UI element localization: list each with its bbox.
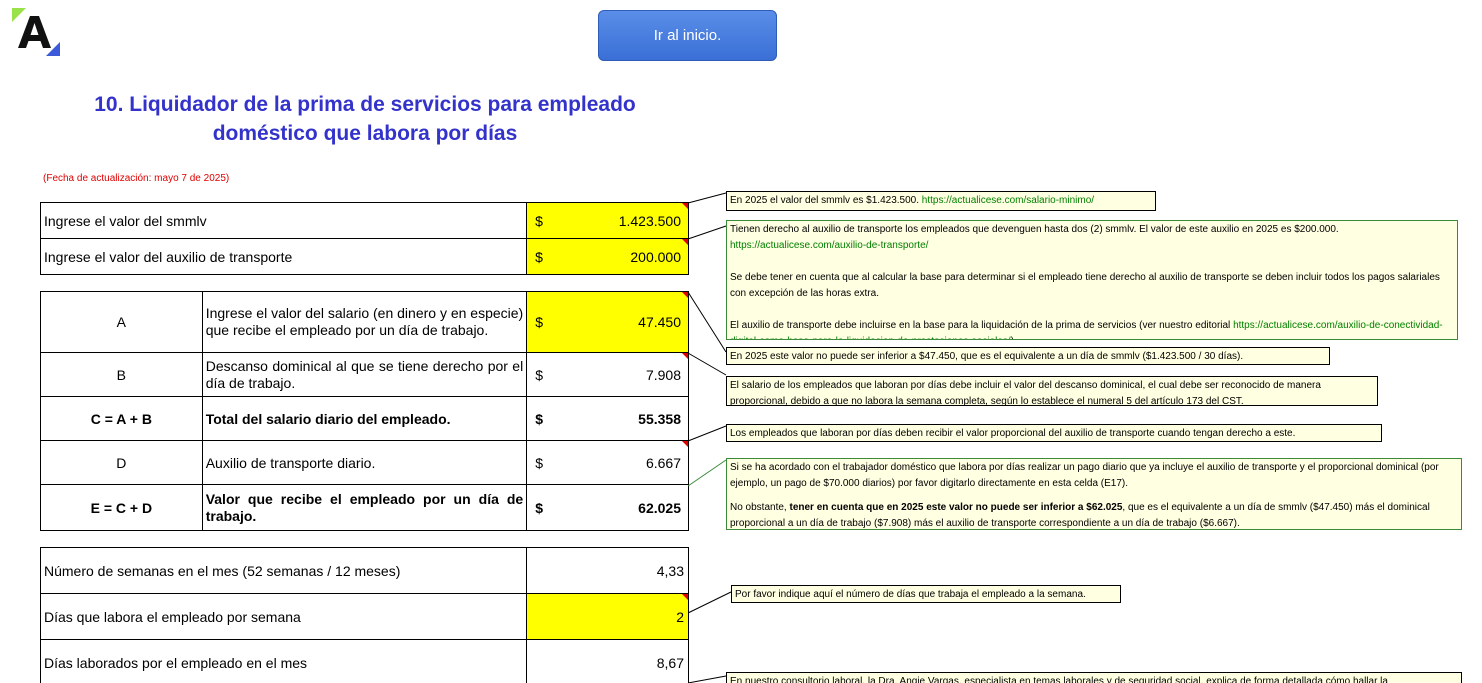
weeks-per-month-value[interactable]: 4,33 bbox=[526, 547, 689, 594]
currency-symbol: $ bbox=[535, 314, 543, 330]
transport-label: Ingrese el valor del auxilio de transpor… bbox=[39, 238, 528, 275]
daily-payment-cell[interactable]: $ 62.025 bbox=[526, 484, 689, 531]
note-bold-text: tener en cuenta que en 2025 este valor n… bbox=[789, 502, 1123, 513]
daily-transport-cell[interactable]: $ 6.667 bbox=[526, 440, 689, 485]
transport-aid-link[interactable]: https://actualicese.com/auxilio-de-trans… bbox=[730, 238, 1454, 254]
row-description: Descanso dominical al que se tiene derec… bbox=[201, 352, 528, 397]
note-transport-aid: Tienen derecho al auxilio de transporte … bbox=[726, 220, 1458, 340]
comment-indicator[interactable] bbox=[682, 239, 688, 245]
row-code: A bbox=[40, 291, 203, 353]
note-paragraph: Tienen derecho al auxilio de transporte … bbox=[730, 224, 1339, 235]
comment-indicator[interactable] bbox=[682, 441, 688, 447]
page-title: 10. Liquidador de la prima de servicios … bbox=[40, 90, 690, 148]
row-code: E = C + D bbox=[40, 484, 203, 531]
note-days-per-week: Por favor indique aquí el número de días… bbox=[731, 585, 1121, 603]
days-per-month-value[interactable]: 8,67 bbox=[526, 639, 689, 683]
sunday-rest-value: 7.908 bbox=[645, 366, 681, 383]
daily-calculation-table: A Ingrese el valor del salario (en diner… bbox=[40, 291, 689, 531]
note-paragraph: Se debe tener en cuenta que al calcular … bbox=[730, 272, 1440, 299]
days-per-week-input[interactable]: 2 bbox=[526, 593, 689, 640]
actualicese-logo bbox=[12, 8, 62, 58]
row-description: Ingrese el valor del salario (en dinero … bbox=[201, 291, 528, 353]
transport-value[interactable]: 200.000 bbox=[530, 249, 685, 265]
currency-symbol: $ bbox=[535, 248, 543, 265]
note-text: En 2025 el valor del smmlv es $1.423.500… bbox=[730, 195, 922, 206]
weeks-per-month-label: Número de semanas en el mes (52 semanas … bbox=[39, 547, 528, 594]
row-description: Total del salario diario del empleado. bbox=[201, 396, 528, 441]
smmlv-input-cell[interactable]: $ 1.423.500 bbox=[526, 202, 689, 239]
currency-symbol: $ bbox=[535, 212, 543, 229]
title-line-2: doméstico que labora por días bbox=[212, 122, 518, 145]
title-line-1: 10. Liquidador de la prima de servicios … bbox=[94, 93, 636, 116]
currency-symbol: $ bbox=[535, 366, 543, 383]
row-code: B bbox=[40, 352, 203, 397]
smmlv-label: Ingrese el valor del smmlv bbox=[39, 202, 528, 239]
days-per-week-value[interactable]: 2 bbox=[676, 609, 684, 625]
go-home-button[interactable]: Ir al inicio. bbox=[598, 10, 777, 61]
row-code: C = A + B bbox=[40, 396, 203, 441]
daily-transport-value: 6.667 bbox=[645, 454, 681, 471]
days-per-month-label: Días laborados por el empleado en el mes bbox=[39, 639, 528, 683]
note-sunday-rest: El salario de los empleados que laboran … bbox=[726, 376, 1378, 406]
sunday-rest-cell[interactable]: $ 7.908 bbox=[526, 352, 689, 397]
note-consultorio: En nuestro consultorio laboral, la Dra. … bbox=[726, 672, 1462, 683]
smmlv-link[interactable]: https://actualicese.com/salario-minimo/ bbox=[922, 195, 1094, 206]
daily-payment-value: 62.025 bbox=[638, 499, 681, 516]
note-daily-transport: Los empleados que laboran por días deben… bbox=[726, 424, 1382, 442]
note-smmlv: En 2025 el valor del smmlv es $1.423.500… bbox=[726, 191, 1156, 211]
row-description: Valor que recibe el empleado por un día … bbox=[201, 484, 528, 531]
currency-symbol: $ bbox=[535, 454, 543, 471]
note-minimum-daily: En 2025 este valor no puede ser inferior… bbox=[726, 347, 1330, 365]
daily-salary-input-cell[interactable]: $ 47.450 bbox=[526, 291, 689, 353]
note-daily-payment: Si se ha acordado con el trabajador domé… bbox=[726, 458, 1462, 530]
note-text: No obstante, bbox=[730, 502, 790, 513]
comment-indicator[interactable] bbox=[682, 292, 688, 298]
daily-total-salary-value: 55.358 bbox=[638, 410, 681, 427]
days-per-week-label: Días que labora el empleado por semana bbox=[39, 593, 528, 640]
daily-salary-value[interactable]: 47.450 bbox=[530, 314, 685, 330]
smmlv-value[interactable]: 1.423.500 bbox=[530, 213, 685, 229]
base-values-table: Ingrese el valor del smmlv $ 1.423.500 I… bbox=[39, 202, 689, 275]
update-date: (Fecha de actualización: mayo 7 de 2025) bbox=[43, 173, 230, 184]
row-description: Auxilio de transporte diario. bbox=[201, 440, 528, 485]
currency-symbol: $ bbox=[535, 410, 543, 427]
comment-indicator[interactable] bbox=[682, 353, 688, 359]
comment-indicator[interactable] bbox=[682, 203, 688, 209]
weeks-table: Número de semanas en el mes (52 semanas … bbox=[39, 547, 689, 683]
note-paragraph: Si se ha acordado con el trabajador domé… bbox=[730, 462, 1439, 489]
note-paragraph: El auxilio de transporte debe incluirse … bbox=[730, 320, 1234, 331]
transport-input-cell[interactable]: $ 200.000 bbox=[526, 238, 689, 275]
comment-indicator[interactable] bbox=[682, 594, 688, 600]
currency-symbol: $ bbox=[535, 499, 543, 516]
daily-total-salary-cell[interactable]: $ 55.358 bbox=[526, 396, 689, 441]
note-paragraph-end: ). bbox=[1011, 336, 1017, 339]
row-code: D bbox=[40, 440, 203, 485]
